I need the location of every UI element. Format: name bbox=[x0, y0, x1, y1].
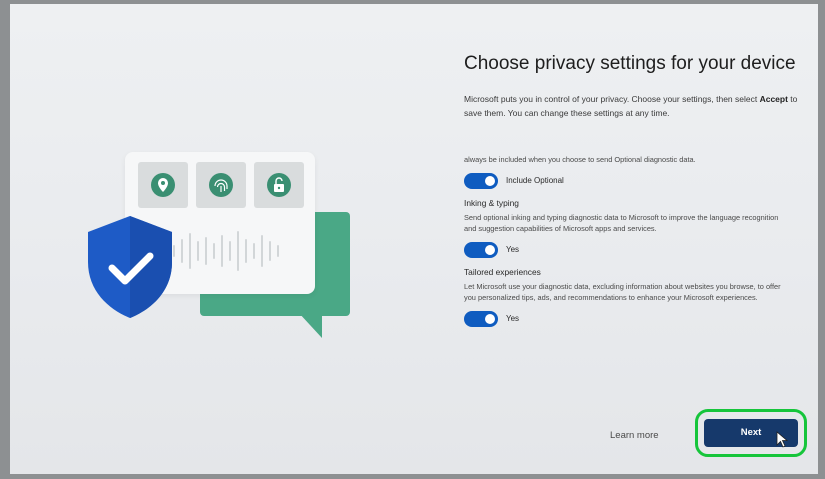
page-description: Microsoft puts you in control of your pr… bbox=[464, 92, 806, 120]
unlock-icon bbox=[254, 162, 304, 208]
diagnostic-toggle-row: Include Optional bbox=[464, 170, 784, 192]
privacy-settings-panel: Choose privacy settings for your device … bbox=[464, 4, 814, 474]
settings-scroll-area[interactable]: always be included when you choose to se… bbox=[464, 154, 784, 330]
shield-check-icon bbox=[88, 216, 172, 318]
description-text: Microsoft puts you in control of your pr… bbox=[464, 94, 760, 104]
next-button-highlight: Next bbox=[695, 409, 807, 457]
diagnostic-data-toggle[interactable] bbox=[464, 172, 498, 189]
tailored-experiences-description: Let Microsoft use your diagnostic data, … bbox=[464, 281, 781, 303]
inking-typing-heading: Inking & typing bbox=[464, 197, 519, 208]
inking-typing-description: Send optional inking and typing diagnost… bbox=[464, 212, 779, 234]
location-pin-icon bbox=[138, 162, 188, 208]
description-accept-emphasis: Accept bbox=[759, 94, 788, 104]
learn-more-link[interactable]: Learn more bbox=[610, 430, 659, 441]
tailored-experiences-heading: Tailored experiences bbox=[464, 266, 541, 277]
audio-wave-graphic bbox=[173, 231, 279, 271]
inking-toggle-row: Yes bbox=[464, 239, 784, 261]
inking-typing-toggle[interactable] bbox=[464, 241, 498, 258]
cursor-icon bbox=[776, 431, 789, 448]
fingerprint-icon bbox=[196, 162, 246, 208]
oobe-screen: Choose privacy settings for your device … bbox=[10, 4, 818, 474]
privacy-illustration bbox=[10, 4, 450, 474]
inking-toggle-label: Yes bbox=[506, 245, 520, 254]
tailored-toggle-label: Yes bbox=[506, 314, 520, 323]
page-title: Choose privacy settings for your device bbox=[464, 53, 796, 74]
tailored-toggle-row: Yes bbox=[464, 308, 784, 330]
diagnostic-cutoff-text: always be included when you choose to se… bbox=[464, 155, 696, 164]
tailored-experiences-toggle[interactable] bbox=[464, 310, 498, 327]
chat-bubble-tail bbox=[298, 312, 322, 338]
diagnostic-toggle-label: Include Optional bbox=[506, 176, 564, 185]
